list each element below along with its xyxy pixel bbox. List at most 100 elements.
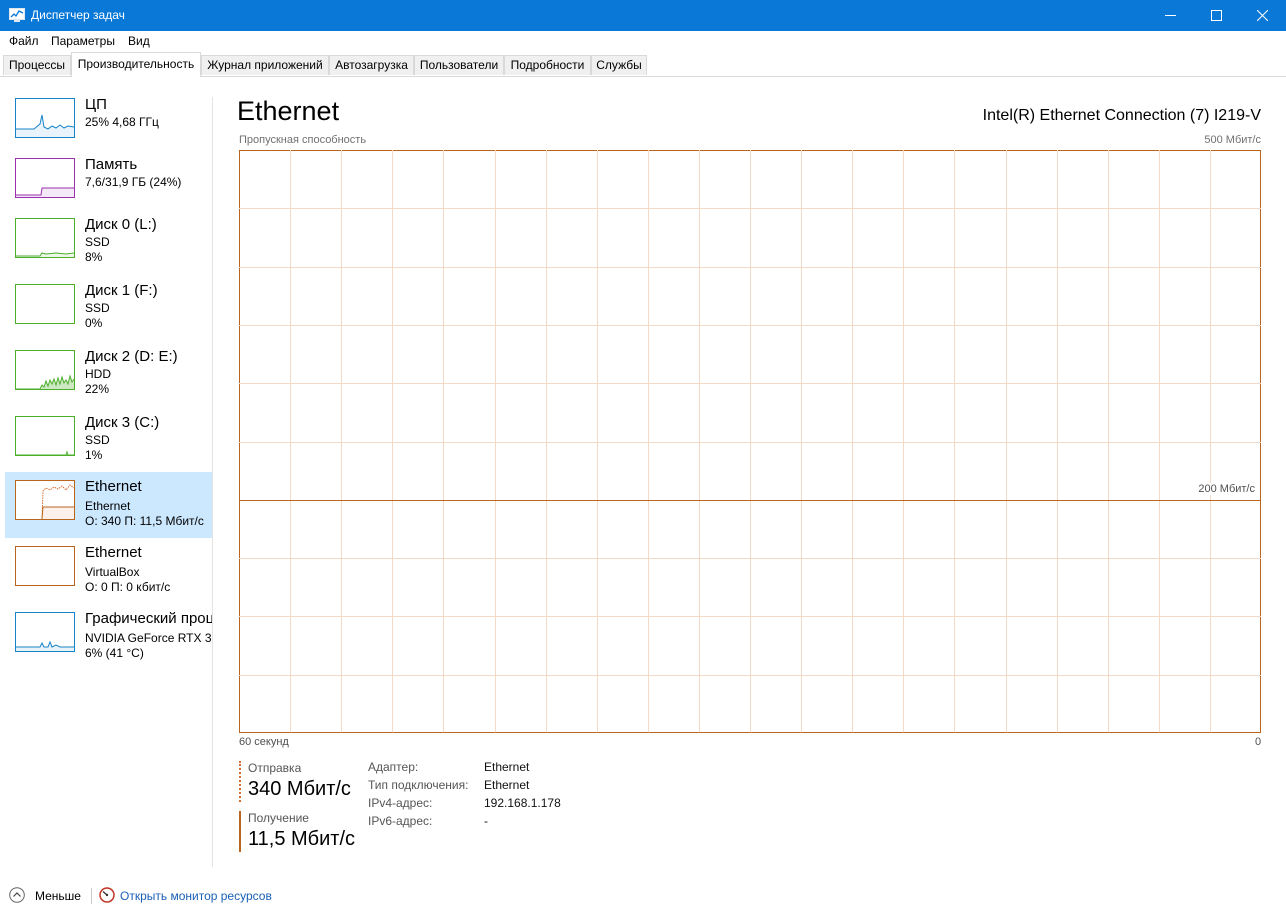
- sidebar-item-gpu[interactable]: Графический процессор 0 NVIDIA GeForce R…: [5, 604, 212, 670]
- sidebar-item-type: HDD: [85, 367, 111, 381]
- sidebar-item-usage: 1%: [85, 448, 103, 462]
- cpu-mini-graph: [16, 114, 74, 137]
- maximize-button[interactable]: [1194, 0, 1240, 31]
- sidebar-item-name: Графический процессор 0: [85, 610, 212, 627]
- memory-thumbnail: [15, 158, 75, 198]
- gpu-thumbnail: [15, 612, 75, 652]
- throughput-graph-canvas: [239, 150, 1261, 734]
- graph-title: Пропускная способность: [239, 134, 367, 146]
- sidebar-item-model: NVIDIA GeForce RTX 3070: [85, 631, 212, 645]
- page-title: Ethernet: [237, 96, 340, 126]
- sidebar-item-type: SSD: [85, 235, 110, 249]
- receive-stat: Получение 11,5 Мбит/с: [239, 811, 379, 853]
- menu-file[interactable]: Файл: [9, 34, 39, 48]
- menu-view[interactable]: Вид: [128, 34, 150, 48]
- x-axis-right-label: 0: [1255, 736, 1262, 748]
- title-bar: Диспетчер задач: [0, 0, 1286, 31]
- sidebar-item-disk-2[interactable]: Диск 2 (D: E:) HDD 22%: [5, 342, 212, 408]
- minimize-button[interactable]: [1148, 0, 1194, 31]
- send-legend-line: [239, 761, 241, 802]
- sidebar-item-throughput: О: 340 П: 11,5 Мбит/с: [85, 514, 204, 528]
- sidebar-item-disk-1[interactable]: Диск 1 (F:) SSD 0%: [5, 276, 212, 342]
- disk-0-mini-graph: [16, 252, 74, 257]
- sidebar-item-type: SSD: [85, 433, 110, 447]
- disk-1-thumbnail: [15, 284, 75, 324]
- info-value-ipv4: 192.168.1.178: [484, 796, 561, 810]
- resource-sidebar: ЦП 25% 4,68 ГГц Память 7,6/31,9 ГБ (24%)…: [5, 90, 213, 880]
- sidebar-item-ethernet[interactable]: Ethernet Ethernet О: 340 П: 11,5 Мбит/с: [5, 472, 212, 538]
- sidebar-item-disk-3[interactable]: Диск 3 (C:) SSD 1%: [5, 408, 212, 474]
- info-key-adapter: Адаптер:: [368, 760, 419, 774]
- footer: Меньше Открыть монитор ресурсов: [0, 880, 1286, 921]
- tab-strip: Процессы Производительность Журнал прило…: [0, 52, 1286, 77]
- sidebar-item-name: Диск 1 (F:): [85, 282, 158, 299]
- sidebar-item-usage: 8%: [85, 250, 103, 264]
- close-icon: [1257, 10, 1268, 21]
- info-key-connection-type: Тип подключения:: [368, 778, 469, 792]
- receive-value: 11,5 Мбит/с: [248, 828, 356, 850]
- sidebar-item-detail: 7,6/31,9 ГБ (24%): [85, 175, 182, 189]
- send-label: Отправка: [248, 761, 302, 775]
- info-key-ipv4: IPv4-адрес:: [368, 796, 433, 810]
- disk-2-thumbnail: [15, 350, 75, 390]
- info-value-connection-type: Ethernet: [484, 778, 530, 792]
- menu-options[interactable]: Параметры: [51, 34, 115, 48]
- memory-mini-graph: [16, 187, 74, 197]
- maximize-icon: [1211, 10, 1222, 21]
- receive-legend-line: [239, 811, 241, 852]
- minimize-icon: [1165, 15, 1176, 16]
- sidebar-item-name: ЦП: [85, 96, 107, 113]
- x-axis-left-label: 60 секунд: [239, 736, 289, 748]
- tab-startup[interactable]: Автозагрузка: [329, 55, 414, 75]
- graph-max-label: 500 Мбит/с: [1204, 134, 1261, 146]
- sidebar-divider: [212, 97, 213, 867]
- send-stat: Отправка 340 Мбит/с: [239, 761, 379, 803]
- info-key-ipv6: IPv6-адрес:: [368, 814, 433, 828]
- sidebar-item-name: Диск 2 (D: E:): [85, 348, 178, 365]
- menu-bar: Файл Параметры Вид: [0, 31, 1286, 51]
- fewer-details-label: Меньше: [35, 889, 81, 903]
- sidebar-item-cpu[interactable]: ЦП 25% 4,68 ГГц: [5, 90, 212, 156]
- sidebar-item-adapter: VirtualBox: [85, 565, 140, 579]
- open-resource-monitor-label: Открыть монитор ресурсов: [120, 889, 272, 903]
- tab-performance[interactable]: Производительность: [71, 52, 201, 77]
- task-manager-icon: [9, 8, 25, 22]
- sidebar-item-disk-0[interactable]: Диск 0 (L:) SSD 8%: [5, 210, 212, 276]
- ethernet-mini-graph: [41, 484, 74, 519]
- tab-details[interactable]: Подробности: [504, 55, 591, 75]
- chevron-up-circle-icon: [9, 887, 25, 903]
- window-title: Диспетчер задач: [31, 8, 125, 22]
- info-value-adapter: Ethernet: [484, 760, 530, 774]
- reference-line-label: 200 Мбит/с: [1196, 483, 1257, 495]
- sidebar-item-name: Диск 0 (L:): [85, 216, 157, 233]
- sidebar-item-name: Диск 3 (C:): [85, 414, 160, 431]
- receive-label: Получение: [248, 811, 309, 825]
- ethernet-virtualbox-thumbnail: [15, 546, 75, 586]
- sidebar-item-type: SSD: [85, 301, 110, 315]
- info-value-ipv6: -: [484, 814, 488, 828]
- send-value: 340 Мбит/с: [248, 778, 351, 800]
- sidebar-item-adapter: Ethernet: [85, 499, 131, 513]
- sidebar-item-usage: 0%: [85, 316, 103, 330]
- cpu-thumbnail: [15, 98, 75, 138]
- sidebar-item-ethernet-virtualbox[interactable]: Ethernet VirtualBox О: 0 П: 0 кбит/с: [5, 538, 212, 604]
- ethernet-thumbnail: [15, 480, 75, 520]
- throughput-graph: [239, 150, 1261, 734]
- disk-3-thumbnail: [15, 416, 75, 456]
- tab-app-history[interactable]: Журнал приложений: [201, 55, 329, 75]
- tab-users[interactable]: Пользователи: [414, 55, 504, 75]
- sidebar-item-name: Ethernet: [85, 544, 142, 561]
- tab-services[interactable]: Службы: [591, 55, 647, 75]
- sidebar-item-name: Ethernet: [85, 478, 142, 495]
- sidebar-item-memory[interactable]: Память 7,6/31,9 ГБ (24%): [5, 150, 212, 216]
- tab-processes[interactable]: Процессы: [3, 55, 71, 75]
- sidebar-item-detail: 25% 4,68 ГГц: [85, 115, 159, 129]
- resource-monitor-icon: [99, 887, 115, 903]
- footer-divider: [91, 888, 92, 904]
- disk-3-mini-graph: [16, 450, 74, 455]
- disk-0-thumbnail: [15, 218, 75, 258]
- sidebar-item-throughput: О: 0 П: 0 кбит/с: [85, 580, 171, 594]
- close-button[interactable]: [1240, 0, 1286, 31]
- sidebar-item-usage: 22%: [85, 382, 110, 396]
- sidebar-item-usage: 6% (41 °C): [85, 646, 144, 660]
